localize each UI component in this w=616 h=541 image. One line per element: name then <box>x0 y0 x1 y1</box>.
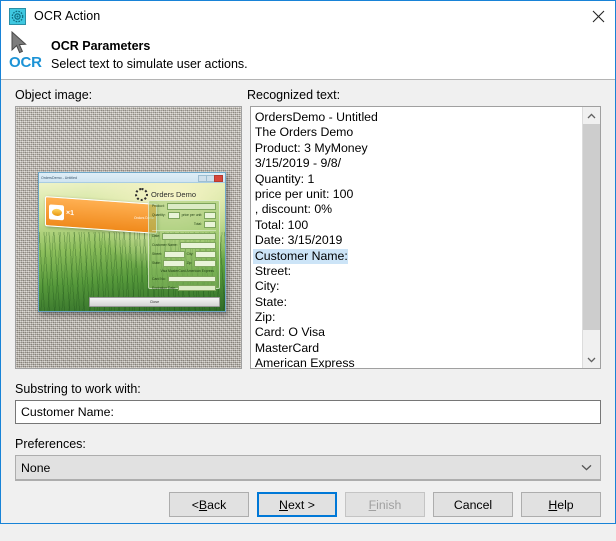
field-input <box>204 212 217 219</box>
substring-label: Substring to work with: <box>15 382 141 396</box>
list-item[interactable]: American Express <box>253 356 355 368</box>
product-quantity-badge: ×1 <box>66 209 74 217</box>
list-item[interactable]: Total: 100 <box>253 218 308 233</box>
thumbnail-canvas: Orders Demo ×1 Orders Demo Product: Quan… <box>39 183 225 311</box>
list-item[interactable]: OrdersDemo - Untitled <box>253 110 378 125</box>
recognized-text-label: Recognized text: <box>247 88 341 102</box>
field-input <box>194 260 217 267</box>
product-banner: ×1 Orders Demo <box>45 196 157 234</box>
coin-icon <box>49 203 64 220</box>
list-item[interactable]: 3/15/2019 - 9/8/ <box>253 156 341 171</box>
thumbnail-close-button: Close <box>89 297 220 307</box>
ocr-action-dialog: OCR Action OCR OCR Parameters Select tex… <box>0 0 616 524</box>
list-item-selected[interactable]: Customer Name: <box>252 248 348 264</box>
preferences-label: Preferences: <box>15 437 86 451</box>
field-input <box>162 260 185 267</box>
chevron-down-icon[interactable] <box>583 351 600 368</box>
list-item[interactable]: Date: 3/15/2019 <box>253 233 343 248</box>
field-input <box>179 242 216 249</box>
list-item[interactable]: Card: O Visa <box>253 325 325 340</box>
dialog-footer: < Back Next > Finish Cancel Help <box>15 480 601 541</box>
thumbnail-window-title: OrdersDemo - Untitled <box>41 175 77 180</box>
gear-icon <box>9 7 26 25</box>
panes: OrdersDemo - Untitled Orders Demo ×1 Ord… <box>15 106 601 369</box>
scrollbar-thumb[interactable] <box>583 124 600 330</box>
wizard-buttons: < Back Next > Finish Cancel Help <box>169 492 601 517</box>
cancel-button[interactable]: Cancel <box>433 492 513 517</box>
chevron-up-icon[interactable] <box>583 107 600 124</box>
field-input <box>195 251 217 258</box>
vertical-scrollbar[interactable] <box>582 107 600 368</box>
field-label: Date: <box>152 234 161 239</box>
list-item[interactable]: State: <box>253 295 287 310</box>
list-item[interactable]: The Orders Demo <box>253 125 353 140</box>
card-type-options: Visa MasterCard American Express <box>160 269 214 273</box>
finish-button: Finish <box>345 492 425 517</box>
recognized-text-lines: OrdersDemo - Untitled The Orders Demo Pr… <box>251 107 582 368</box>
orders-demo-heading: Orders Demo <box>151 190 197 199</box>
gear-icon <box>135 188 148 201</box>
object-image-preview: OrdersDemo - Untitled Orders Demo ×1 Ord… <box>15 106 242 369</box>
list-item[interactable]: price per unit: 100 <box>253 187 353 202</box>
preferences-select[interactable]: None <box>15 455 601 480</box>
field-input <box>204 221 216 228</box>
next-button[interactable]: Next > <box>257 492 337 517</box>
field-label: Street: <box>152 252 162 257</box>
field-label: Customer Name: <box>152 243 178 248</box>
field-input <box>167 275 216 282</box>
pane-labels: Object image: Recognized text: <box>15 80 601 102</box>
field-label: Quantity: <box>152 213 166 218</box>
help-button[interactable]: Help <box>521 492 601 517</box>
back-button[interactable]: < Back <box>169 492 249 517</box>
field-input <box>167 212 180 219</box>
window-title: OCR Action <box>34 9 101 23</box>
field-label: State: <box>152 261 161 266</box>
list-item[interactable]: Street: <box>253 264 291 279</box>
ocr-logo-text: OCR <box>9 54 42 71</box>
ocr-logo: OCR <box>6 28 50 76</box>
list-item[interactable]: Product: 3 MyMoney <box>253 141 368 156</box>
field-input <box>162 233 216 240</box>
list-item[interactable]: Quantity: 1 <box>253 172 314 187</box>
recognized-text-listbox[interactable]: OrdersDemo - Untitled The Orders Demo Pr… <box>249 106 601 369</box>
preferences-value: None <box>21 460 51 475</box>
field-input <box>166 203 216 210</box>
page-subtitle: Select text to simulate user actions. <box>51 57 248 71</box>
field-label: Zip: <box>186 261 193 266</box>
thumbnail-titlebar: OrdersDemo - Untitled <box>39 173 225 183</box>
close-icon[interactable] <box>581 1 615 31</box>
page-title: OCR Parameters <box>51 39 151 53</box>
field-label: Card No: <box>152 276 166 281</box>
chevron-down-icon[interactable] <box>581 456 592 479</box>
field-label: Total: <box>193 222 202 227</box>
list-item[interactable]: Zip: <box>253 310 276 325</box>
header-band: OCR OCR Parameters Select text to simula… <box>1 28 615 80</box>
order-form-panel: Product: Quantity: price per unit: Total:… <box>148 200 220 291</box>
field-label: price per unit: <box>181 213 203 218</box>
dialog-body: Object image: Recognized text: OrdersDem… <box>1 80 615 480</box>
field-label: City: <box>186 252 194 257</box>
field-input <box>164 251 185 258</box>
title-bar: OCR Action <box>1 1 615 31</box>
list-item[interactable]: , discount: 0% <box>253 202 332 217</box>
list-item[interactable]: MasterCard <box>253 341 319 356</box>
close-icon <box>214 174 223 182</box>
list-item[interactable]: City: <box>253 279 280 294</box>
field-label: Product: <box>152 204 165 209</box>
orders-demo-thumbnail: OrdersDemo - Untitled Orders Demo ×1 Ord… <box>38 172 226 312</box>
field-label: Expiration Date: <box>152 285 177 290</box>
substring-input[interactable]: Customer Name: <box>15 400 601 424</box>
object-image-label: Object image: <box>15 88 93 102</box>
field-input <box>178 284 216 291</box>
